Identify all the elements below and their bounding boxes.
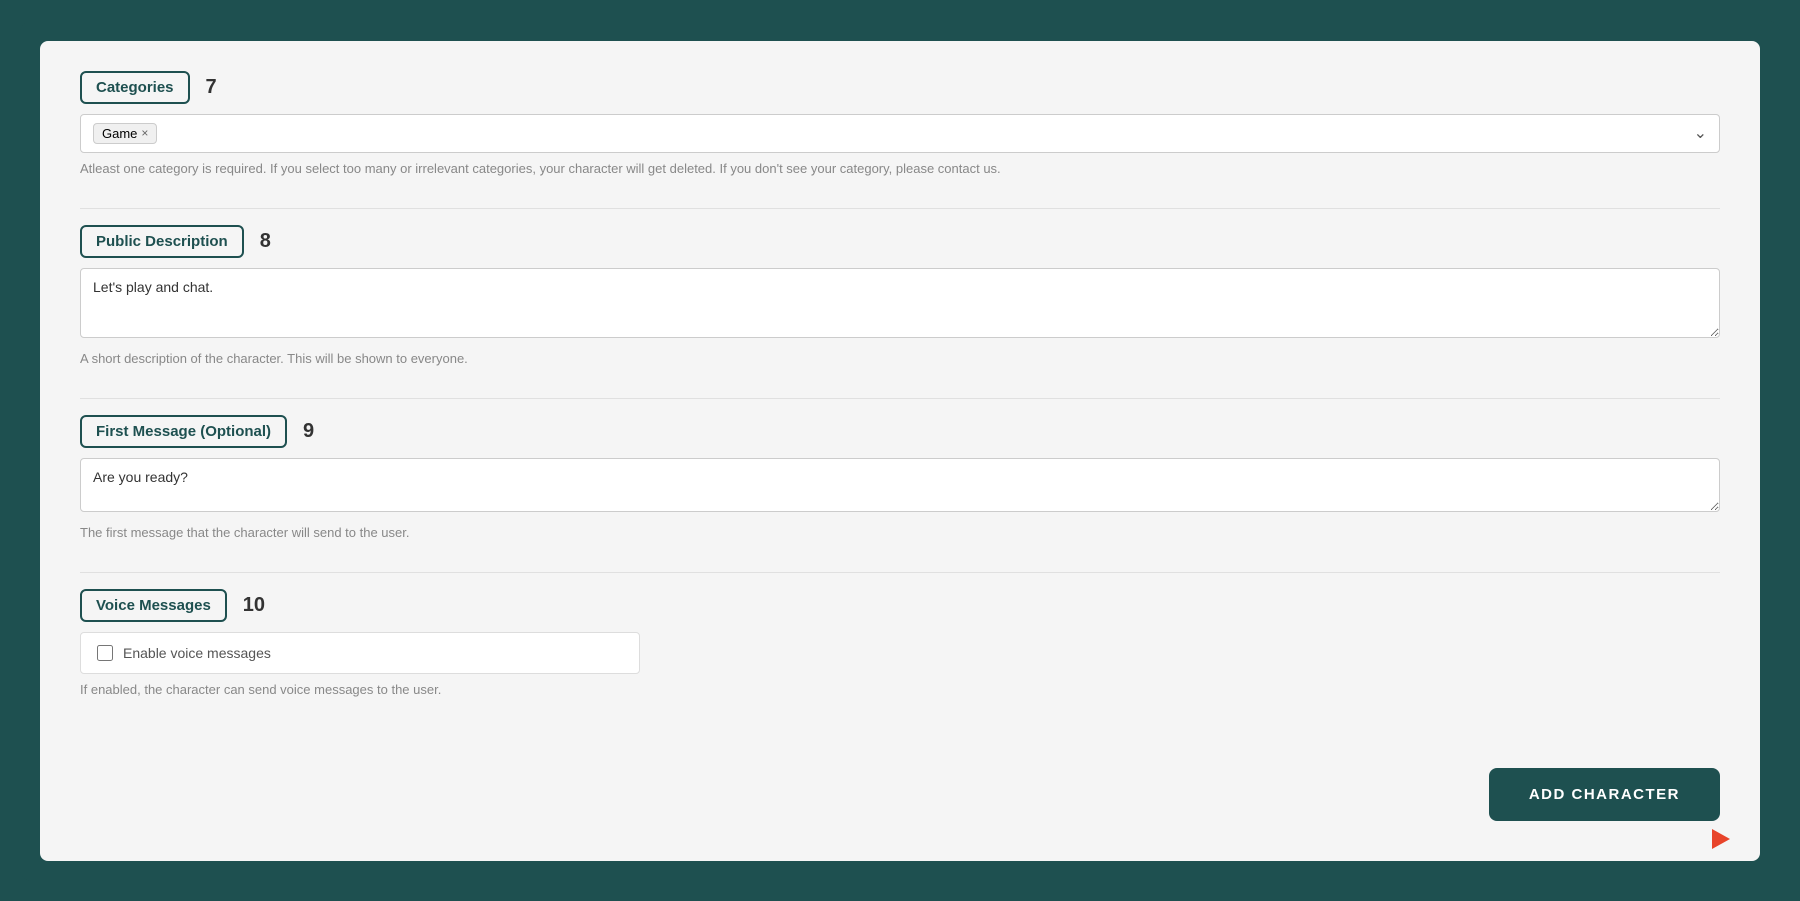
categories-tags: Game × xyxy=(93,123,157,144)
section-voice-messages-header: Voice Messages 10 xyxy=(80,589,1720,622)
categories-dropdown[interactable]: Game × ⌄ xyxy=(80,114,1720,153)
voice-messages-box: Enable voice messages xyxy=(80,632,640,674)
outer-container: Categories 7 Game × ⌄ Atleast one catego… xyxy=(20,21,1780,881)
categories-chevron-icon: ⌄ xyxy=(1694,123,1707,143)
voice-messages-hint: If enabled, the character can send voice… xyxy=(80,682,1720,697)
section-first-message: First Message (Optional) 9 Are you ready… xyxy=(80,415,1720,540)
game-tag: Game × xyxy=(93,123,157,144)
divider-3 xyxy=(80,572,1720,573)
footer-area: ADD CHARACTER xyxy=(80,748,1720,821)
first-message-number: 9 xyxy=(303,420,314,443)
first-message-textarea[interactable]: Are you ready? xyxy=(80,458,1720,512)
divider-2 xyxy=(80,398,1720,399)
game-tag-remove[interactable]: × xyxy=(141,126,148,140)
main-card: Categories 7 Game × ⌄ Atleast one catego… xyxy=(40,41,1760,861)
game-tag-label: Game xyxy=(102,126,137,141)
section-public-description-header: Public Description 8 xyxy=(80,225,1720,258)
public-description-textarea[interactable]: Let's play and chat. xyxy=(80,268,1720,338)
public-description-number: 8 xyxy=(260,230,271,253)
categories-label: Categories xyxy=(80,71,190,104)
section-voice-messages: Voice Messages 10 Enable voice messages … xyxy=(80,589,1720,697)
categories-hint: Atleast one category is required. If you… xyxy=(80,161,1720,176)
voice-messages-label: Voice Messages xyxy=(80,589,227,622)
divider-1 xyxy=(80,208,1720,209)
add-character-button[interactable]: ADD CHARACTER xyxy=(1489,768,1720,821)
section-categories-header: Categories 7 xyxy=(80,71,1720,104)
public-description-label: Public Description xyxy=(80,225,244,258)
first-message-label: First Message (Optional) xyxy=(80,415,287,448)
section-categories: Categories 7 Game × ⌄ Atleast one catego… xyxy=(80,71,1720,176)
add-character-area: ADD CHARACTER xyxy=(1489,768,1720,821)
voice-messages-number: 10 xyxy=(243,594,265,617)
section-first-message-header: First Message (Optional) 9 xyxy=(80,415,1720,448)
cursor-arrow-icon xyxy=(1712,829,1730,849)
section-public-description: Public Description 8 Let's play and chat… xyxy=(80,225,1720,366)
public-description-hint: A short description of the character. Th… xyxy=(80,351,1720,366)
voice-messages-checkbox-label[interactable]: Enable voice messages xyxy=(123,645,271,661)
categories-number: 7 xyxy=(206,76,217,99)
voice-messages-checkbox[interactable] xyxy=(97,645,113,661)
first-message-hint: The first message that the character wil… xyxy=(80,525,1720,540)
